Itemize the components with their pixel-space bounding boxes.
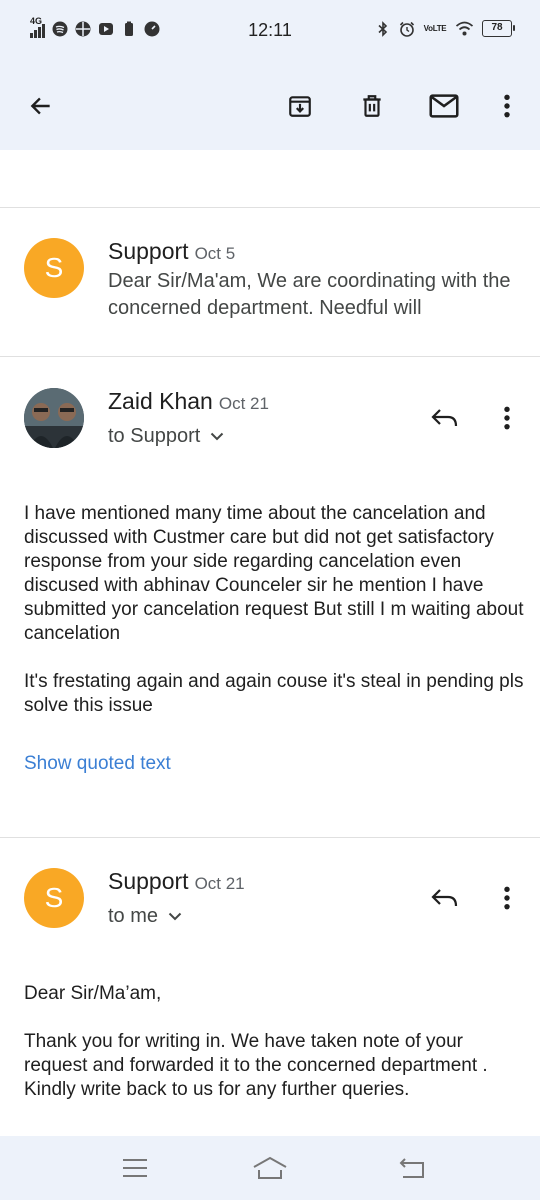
alarm-icon bbox=[399, 21, 415, 37]
recipient-details-toggle[interactable]: to Support bbox=[108, 425, 224, 448]
message-date: Oct 21 bbox=[194, 874, 245, 893]
sender-name-row: Support Oct 21 bbox=[108, 868, 245, 895]
message-snippet: Dear Sir/Ma'am, We are coordinating with… bbox=[108, 270, 511, 319]
sender-name-row: Zaid Khan Oct 21 bbox=[108, 388, 269, 415]
system-back-button[interactable] bbox=[388, 1146, 436, 1190]
volte-icon: VoLTE bbox=[423, 24, 447, 33]
message-more-button[interactable] bbox=[485, 876, 529, 920]
delete-icon bbox=[363, 95, 381, 117]
back-arrow-icon bbox=[30, 97, 50, 115]
message-body-paragraph: Thank you for writing in. We have taken … bbox=[24, 1031, 488, 1100]
menu-icon bbox=[123, 1159, 147, 1177]
avatar: S bbox=[24, 238, 84, 298]
status-right-icons: VoLTE 78 bbox=[375, 20, 515, 37]
avatar bbox=[24, 388, 84, 448]
message-body-paragraph: It's frestating again and again couse it… bbox=[24, 671, 524, 716]
back-icon bbox=[399, 1158, 424, 1178]
message-more-button[interactable] bbox=[485, 396, 529, 440]
sender-name: Zaid Khan bbox=[108, 388, 213, 414]
message-date: Oct 21 bbox=[218, 394, 269, 413]
more-vert-icon bbox=[504, 94, 510, 118]
divider bbox=[0, 207, 540, 208]
chevron-down-icon bbox=[168, 912, 182, 921]
recipient-label: to me bbox=[108, 905, 159, 927]
back-button[interactable] bbox=[19, 84, 63, 128]
more-vert-icon bbox=[504, 886, 510, 910]
status-bar: 4G 12:11 VoLTE 78 bbox=[0, 0, 540, 62]
recipient-label: to Support bbox=[108, 425, 201, 447]
avatar-photo-icon bbox=[24, 388, 84, 448]
recents-button[interactable] bbox=[111, 1146, 159, 1190]
mark-unread-button[interactable] bbox=[422, 84, 466, 128]
battery-icon: 78 bbox=[482, 20, 515, 37]
archive-icon bbox=[289, 96, 311, 117]
mark-unread-icon bbox=[429, 94, 459, 118]
chevron-down-icon bbox=[211, 432, 224, 441]
message-body-paragraph: I have mentioned many time about the can… bbox=[24, 503, 524, 644]
recipient-details-toggle[interactable]: to me bbox=[108, 905, 182, 928]
divider bbox=[0, 356, 540, 357]
archive-button[interactable] bbox=[278, 84, 322, 128]
reply-icon bbox=[431, 889, 458, 907]
avatar: S bbox=[24, 868, 84, 928]
reply-icon bbox=[431, 409, 458, 427]
divider bbox=[0, 837, 540, 838]
wifi-icon bbox=[455, 21, 474, 35]
sender-name: Support bbox=[108, 868, 189, 894]
delete-button[interactable] bbox=[350, 84, 394, 128]
reply-button[interactable] bbox=[422, 876, 466, 920]
message-toolbar bbox=[0, 62, 540, 150]
reply-button[interactable] bbox=[422, 396, 466, 440]
home-button[interactable] bbox=[246, 1146, 294, 1190]
system-nav-bar bbox=[0, 1136, 540, 1200]
message-date: Oct 5 bbox=[194, 244, 236, 263]
message-body-paragraph: Dear Sir/Ma’am, bbox=[24, 983, 162, 1004]
sender-name-row: Support Oct 5 bbox=[108, 238, 235, 265]
show-quoted-text-link[interactable]: Show quoted text bbox=[24, 753, 171, 775]
more-vert-icon bbox=[504, 406, 510, 430]
home-icon bbox=[253, 1156, 287, 1179]
more-options-button[interactable] bbox=[485, 84, 529, 128]
sender-name: Support bbox=[108, 238, 189, 264]
bluetooth-icon bbox=[378, 20, 388, 37]
